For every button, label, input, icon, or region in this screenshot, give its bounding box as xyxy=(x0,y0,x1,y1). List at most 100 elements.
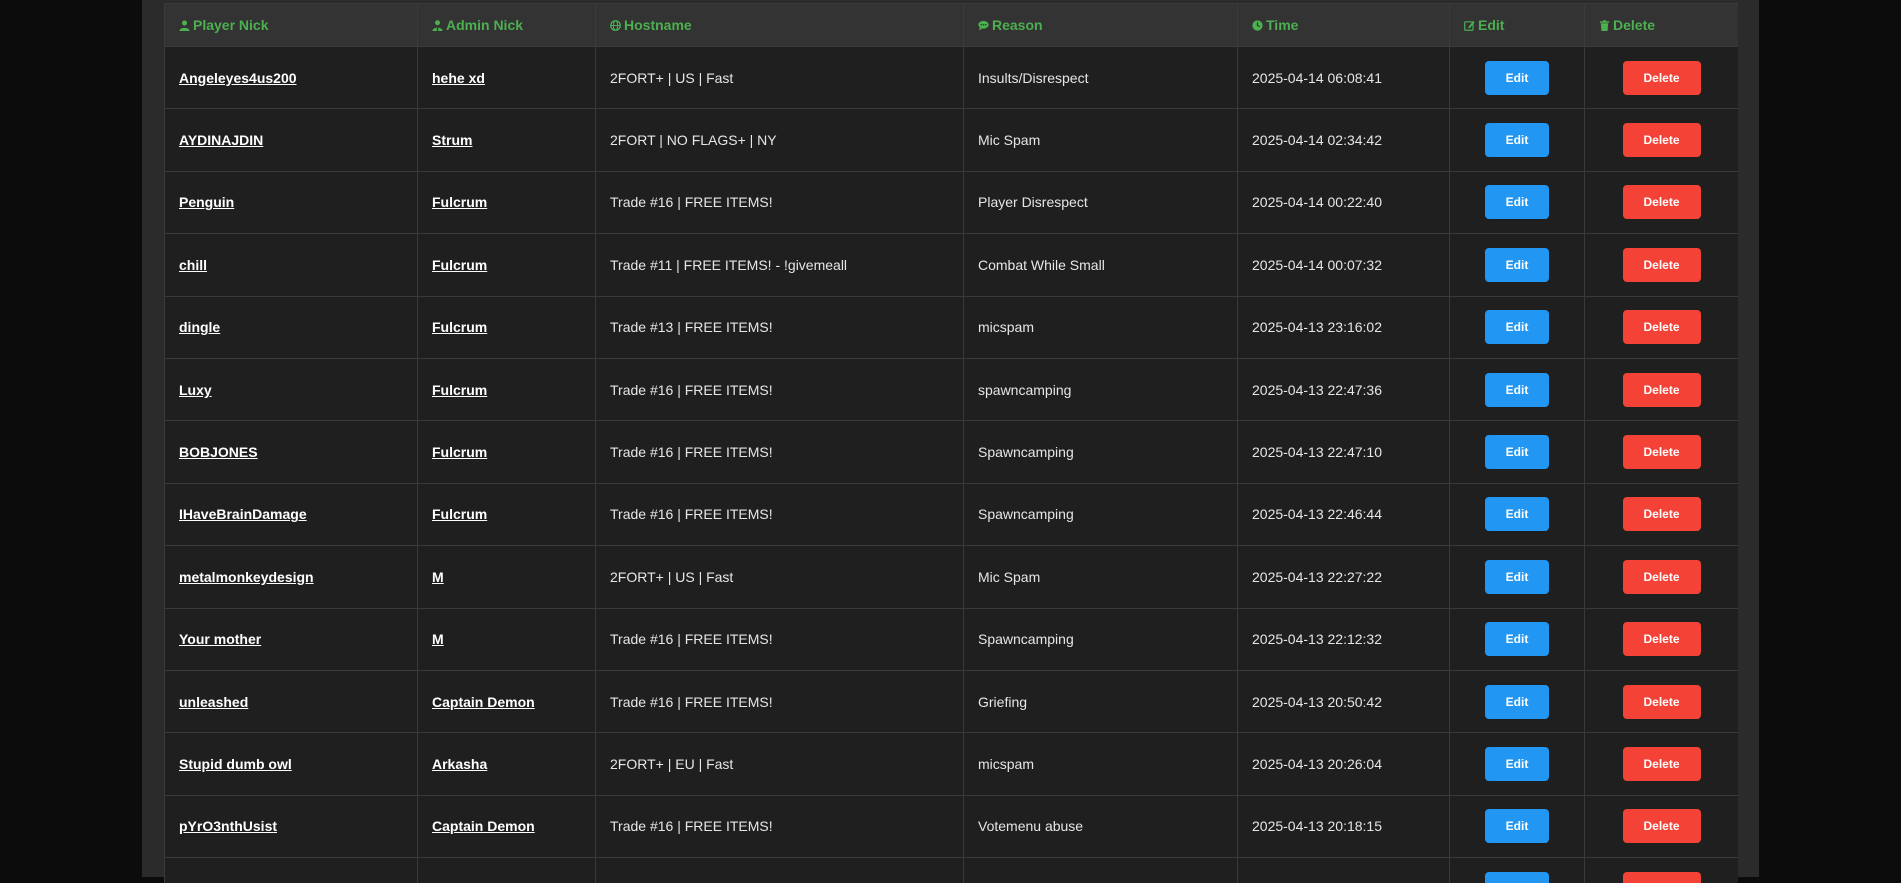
clock-icon xyxy=(1252,20,1263,31)
column-header-label: Edit xyxy=(1478,17,1504,33)
hostname-cell: Trade #16 | FREE ITEMS! xyxy=(596,483,964,545)
reason-cell: Mic Spam xyxy=(964,546,1238,608)
edit-button[interactable]: Edit xyxy=(1485,185,1549,219)
delete-button[interactable]: Delete xyxy=(1623,622,1701,656)
time-cell: 2025-04-13 20:26:04 xyxy=(1238,733,1450,795)
hostname-cell: Trade #16 | FREE ITEMS! xyxy=(596,608,964,670)
hostname-cell: Trade #16 | FREE ITEMS! xyxy=(596,171,964,233)
hostname-cell: Trade #16 | FREE ITEMS! xyxy=(596,421,964,483)
player-nick-link[interactable]: Stupid dumb owl xyxy=(179,756,292,772)
edit-cell: Edit xyxy=(1450,47,1585,109)
admin-nick-link[interactable]: Captain Demon xyxy=(432,818,535,834)
hostname-cell: 2FORT | NO FLAGS+ | NY xyxy=(596,109,964,171)
player-nick-link[interactable]: metalmonkeydesign xyxy=(179,569,314,585)
player-nick-cell: Stupid dumb owl xyxy=(165,733,418,795)
edit-button[interactable]: Edit xyxy=(1485,747,1549,781)
edit-button[interactable]: Edit xyxy=(1485,123,1549,157)
bans-table: Player Nick Admin Nick Hostname Reason T… xyxy=(164,3,1738,883)
admin-nick-link[interactable]: Arkasha xyxy=(432,756,487,772)
admin-nick-link[interactable]: Fulcrum xyxy=(432,382,487,398)
table-row: Luxy Fulcrum Trade #16 | FREE ITEMS!spawnc… xyxy=(165,358,1739,420)
content-panel: Player Nick Admin Nick Hostname Reason T… xyxy=(142,0,1759,877)
admin-nick-cell: Fulcrum xyxy=(418,234,596,296)
player-nick-link[interactable]: AYDINAJDIN xyxy=(179,132,263,148)
delete-button[interactable]: Delete xyxy=(1623,61,1701,95)
admin-nick-cell: M xyxy=(418,608,596,670)
player-nick-link[interactable]: dingle xyxy=(179,319,220,335)
edit-button[interactable]: Edit xyxy=(1485,809,1549,843)
delete-cell: Delete xyxy=(1585,358,1739,420)
admin-nick-link[interactable]: M xyxy=(432,631,444,647)
hostname-cell xyxy=(596,858,964,883)
time-cell: 2025-04-14 02:34:42 xyxy=(1238,109,1450,171)
column-header-edit: Edit xyxy=(1450,4,1585,47)
column-header-reason: Reason xyxy=(964,4,1238,47)
edit-button[interactable]: Edit xyxy=(1485,497,1549,531)
player-nick-cell: Penguin xyxy=(165,171,418,233)
hostname-cell: 2FORT+ | EU | Fast xyxy=(596,733,964,795)
delete-button[interactable]: Delete xyxy=(1623,310,1701,344)
edit-button[interactable]: Edit xyxy=(1485,622,1549,656)
edit-button[interactable]: Edit xyxy=(1485,435,1549,469)
delete-button[interactable]: Delete xyxy=(1623,185,1701,219)
edit-button[interactable]: Edit xyxy=(1485,310,1549,344)
delete-button[interactable]: Delete xyxy=(1623,809,1701,843)
hostname-cell: Trade #16 | FREE ITEMS! xyxy=(596,358,964,420)
edit-button[interactable]: Edit xyxy=(1485,685,1549,719)
reason-cell: spawncamping xyxy=(964,358,1238,420)
delete-button[interactable]: Delete xyxy=(1623,685,1701,719)
table-row: pYrO3nthUsistCaptain DemonTrade #16 | FR… xyxy=(165,795,1739,857)
delete-cell: Delete xyxy=(1585,608,1739,670)
delete-cell: Delete xyxy=(1585,670,1739,732)
player-nick-link[interactable]: pYrO3nthUsist xyxy=(179,818,277,834)
edit-button[interactable]: Edit xyxy=(1485,61,1549,95)
delete-button[interactable]: Delete xyxy=(1623,123,1701,157)
player-nick-link[interactable]: Angeleyes4us200 xyxy=(179,70,297,86)
admin-nick-link[interactable]: Fulcrum xyxy=(432,319,487,335)
edit-button[interactable]: Edit xyxy=(1485,248,1549,282)
delete-button[interactable]: Delete xyxy=(1623,373,1701,407)
hostname-cell: Trade #16 | FREE ITEMS! xyxy=(596,670,964,732)
reason-cell: micspam xyxy=(964,733,1238,795)
delete-button[interactable]: Delete xyxy=(1623,248,1701,282)
time-cell: 2025-04-13 23:16:02 xyxy=(1238,296,1450,358)
player-nick-cell: AYDINAJDIN xyxy=(165,109,418,171)
player-nick-link[interactable]: Penguin xyxy=(179,194,234,210)
admin-nick-link[interactable]: Fulcrum xyxy=(432,194,487,210)
admin-nick-link[interactable]: Strum xyxy=(432,132,472,148)
delete-button[interactable]: Delete xyxy=(1623,435,1701,469)
bans-table-container: Player Nick Admin Nick Hostname Reason T… xyxy=(164,3,1738,883)
reason-cell: Player Disrespect xyxy=(964,171,1238,233)
table-body: Angeleyes4us200hehe xd2FORT+ | US | Fast… xyxy=(165,47,1739,883)
delete-cell: Delete xyxy=(1585,234,1739,296)
edit-button[interactable]: Edit xyxy=(1485,560,1549,594)
reason-cell xyxy=(964,858,1238,883)
delete-cell: Delete xyxy=(1585,795,1739,857)
admin-nick-link[interactable]: M xyxy=(432,569,444,585)
player-nick-link[interactable]: IHaveBrainDamage xyxy=(179,506,307,522)
player-nick-link[interactable]: unleashed xyxy=(179,694,248,710)
player-nick-link[interactable]: chill xyxy=(179,257,207,273)
edit-button[interactable]: Edit xyxy=(1485,373,1549,407)
reason-cell: Votemenu abuse xyxy=(964,795,1238,857)
player-nick-link[interactable]: Your mother xyxy=(179,631,261,647)
admin-nick-link[interactable]: Fulcrum xyxy=(432,506,487,522)
player-nick-link[interactable]: Luxy xyxy=(179,382,212,398)
time-cell: 2025-04-13 22:47:36 xyxy=(1238,358,1450,420)
admin-nick-link[interactable]: hehe xd xyxy=(432,70,485,86)
admin-nick-link[interactable]: Captain Demon xyxy=(432,694,535,710)
delete-button[interactable]: Delete xyxy=(1623,747,1701,781)
edit-icon xyxy=(1464,20,1475,31)
delete-button[interactable]: Delete xyxy=(1623,497,1701,531)
user-icon xyxy=(179,20,190,31)
admin-nick-link[interactable]: Fulcrum xyxy=(432,444,487,460)
player-nick-link[interactable]: BOBJONES xyxy=(179,444,258,460)
table-row: Your motherMTrade #16 | FREE ITEMS!Spawn… xyxy=(165,608,1739,670)
delete-button[interactable]: Delete xyxy=(1623,560,1701,594)
admin-nick-link[interactable]: Fulcrum xyxy=(432,257,487,273)
edit-button[interactable]: Edit xyxy=(1485,872,1549,883)
column-header-label: Admin Nick xyxy=(446,17,523,33)
delete-button[interactable]: Delete xyxy=(1623,872,1701,883)
admin-nick-cell: Strum xyxy=(418,109,596,171)
player-nick-cell: Your mother xyxy=(165,608,418,670)
